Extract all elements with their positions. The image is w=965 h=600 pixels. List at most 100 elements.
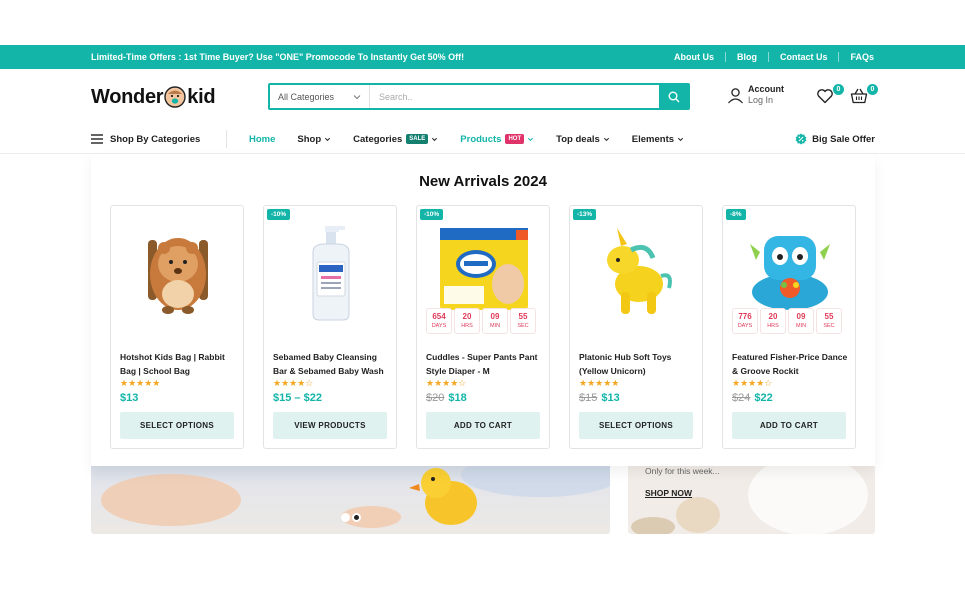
search-button[interactable]: [659, 85, 688, 108]
product-card[interactable]: -8% 776 DAYS 20 HRS 09 MIN 55 SEC Featured F…: [722, 205, 856, 449]
current-price: $22: [754, 392, 773, 404]
category-select[interactable]: All Categories: [270, 85, 370, 108]
nav-elements[interactable]: Elements: [632, 134, 684, 145]
nav-categories-label: Categories: [353, 133, 403, 145]
timer-minutes-value: 09: [490, 312, 500, 321]
link-about-us[interactable]: About Us: [663, 52, 725, 62]
account-label: Account: [748, 84, 784, 94]
cart-button[interactable]: 0: [850, 84, 878, 107]
chevron-down-icon: [677, 137, 684, 141]
discount-badge: -13%: [573, 209, 597, 220]
current-price: $15 – $22: [273, 392, 322, 404]
timer-hours: 20 HRS: [761, 309, 785, 333]
product-price: $15 $13: [579, 392, 620, 404]
link-faqs[interactable]: FAQs: [838, 52, 874, 62]
add-to-cart-button[interactable]: ADD TO CART: [732, 412, 846, 439]
wishlist-count: 0: [833, 84, 844, 95]
discount-badge: -10%: [267, 209, 291, 220]
basket-icon: [850, 88, 868, 104]
shop-by-categories-label: Shop By Categories: [110, 133, 201, 145]
discount-badge: -8%: [726, 209, 746, 220]
current-price: $13: [120, 392, 139, 404]
big-sale-offer-link[interactable]: Big Sale Offer: [795, 133, 875, 145]
select-options-button[interactable]: SELECT OPTIONS: [120, 412, 234, 439]
site-logo[interactable]: Wonder kid: [91, 84, 216, 110]
product-name[interactable]: Platonic Hub Soft Toys (Yellow Unicorn): [579, 350, 697, 378]
chevron-down-icon: [528, 137, 534, 141]
product-name[interactable]: Sebamed Baby Cleansing Bar & Sebamed Bab…: [273, 350, 391, 378]
promo-text: Limited-Time Offers : 1st Time Buyer? Us…: [91, 52, 465, 62]
product-price: $15 – $22: [273, 392, 322, 404]
chevron-down-icon: [432, 137, 438, 141]
star-rating: ★★★★★: [120, 378, 161, 388]
nav-categories[interactable]: Categories SALE: [353, 134, 438, 145]
hero-banner[interactable]: [91, 455, 610, 534]
product-name[interactable]: Featured Fisher-Price Dance & Groove Roc…: [732, 350, 850, 378]
slider-dot-active[interactable]: [352, 513, 361, 522]
product-price: $20 $18: [426, 392, 467, 404]
nav-shop-label: Shop: [297, 133, 322, 145]
top-links: About Us Blog Contact Us FAQs: [663, 52, 874, 62]
timer-hours-label: HRS: [767, 323, 779, 329]
select-options-button[interactable]: SELECT OPTIONS: [579, 412, 693, 439]
weekly-offer-banner[interactable]: Only for this week... SHOP NOW: [628, 455, 875, 534]
countdown-timer: 776 DAYS 20 HRS 09 MIN 55 SEC: [733, 309, 845, 333]
wishlist-button[interactable]: 0: [816, 84, 844, 107]
timer-days-value: 776: [738, 312, 752, 321]
search-input[interactable]: [370, 85, 659, 108]
nav-top-deals[interactable]: Top deals: [556, 134, 610, 145]
timer-seconds-value: 55: [824, 312, 834, 321]
baby-face-icon: [164, 86, 186, 108]
product-card[interactable]: Hotshot Kids Bag | Rabbit Bag | School B…: [110, 205, 244, 449]
account-link[interactable]: Account Log In: [727, 84, 784, 106]
discount-badge-icon: [795, 133, 807, 145]
baby-photo-image: [101, 455, 610, 528]
timer-minutes-label: MIN: [489, 323, 501, 329]
add-to-cart-button[interactable]: ADD TO CART: [426, 412, 540, 439]
logo-text-right: kid: [187, 85, 216, 108]
timer-hours-value: 20: [462, 312, 472, 321]
product-card[interactable]: -10% 654 DAYS 20 HRS 09 MIN 55 SEC Cuddles -…: [416, 205, 550, 449]
nav-home[interactable]: Home: [249, 134, 275, 145]
sale-badge: SALE: [406, 134, 429, 144]
current-price: $18: [448, 392, 467, 404]
view-products-button[interactable]: VIEW PRODUCTS: [273, 412, 387, 439]
product-card[interactable]: -10% Sebamed Baby Cleansing Bar & Sebame…: [263, 205, 397, 449]
chevron-down-icon: [353, 94, 361, 99]
nav-shop[interactable]: Shop: [297, 134, 331, 145]
product-name[interactable]: Hotshot Kids Bag | Rabbit Bag | School B…: [120, 350, 238, 378]
product-card[interactable]: -13% Platonic Hub Soft Toys (Yellow Unic…: [569, 205, 703, 449]
nav-products[interactable]: Products HOT: [460, 134, 534, 145]
nav-elements-label: Elements: [631, 133, 675, 145]
star-rating: ★★★★☆: [732, 378, 773, 388]
nav-top-deals-label: Top deals: [556, 133, 600, 145]
shop-now-link[interactable]: SHOP NOW: [645, 488, 692, 498]
yellow-unicorn-toy-image: [607, 228, 672, 314]
timer-seconds: 55 SEC: [817, 309, 841, 333]
star-rating: ★★★★☆: [426, 378, 467, 388]
link-blog[interactable]: Blog: [724, 52, 768, 62]
baby-wash-bottle-image: [312, 226, 350, 321]
shop-by-categories-button[interactable]: Shop By Categories: [91, 130, 227, 148]
star-rating: ★★★★☆: [273, 378, 314, 388]
nav-home-label: Home: [249, 133, 276, 145]
link-contact-us[interactable]: Contact Us: [767, 52, 839, 62]
user-icon: [728, 87, 743, 103]
heart-icon: [817, 89, 833, 104]
timer-seconds-label: SEC: [823, 323, 835, 329]
panel-title: New Arrivals 2024: [419, 173, 547, 190]
main-nav: Shop By Categories Home Shop Categories …: [91, 128, 875, 150]
slider-dot[interactable]: [341, 513, 350, 522]
category-select-value: All Categories: [278, 91, 335, 102]
timer-minutes: 09 MIN: [483, 309, 507, 333]
cart-count: 0: [867, 84, 878, 95]
hamburger-icon: [91, 134, 103, 144]
timer-seconds-label: SEC: [517, 323, 529, 329]
product-name[interactable]: Cuddles - Super Pants Pant Style Diaper …: [426, 350, 544, 378]
old-price: $24: [732, 392, 751, 404]
timer-days: 776 DAYS: [733, 309, 757, 333]
timer-hours-label: HRS: [461, 323, 473, 329]
timer-minutes-value: 09: [796, 312, 806, 321]
slider-dots: [341, 513, 363, 522]
star-rating: ★★★★★: [579, 378, 620, 388]
